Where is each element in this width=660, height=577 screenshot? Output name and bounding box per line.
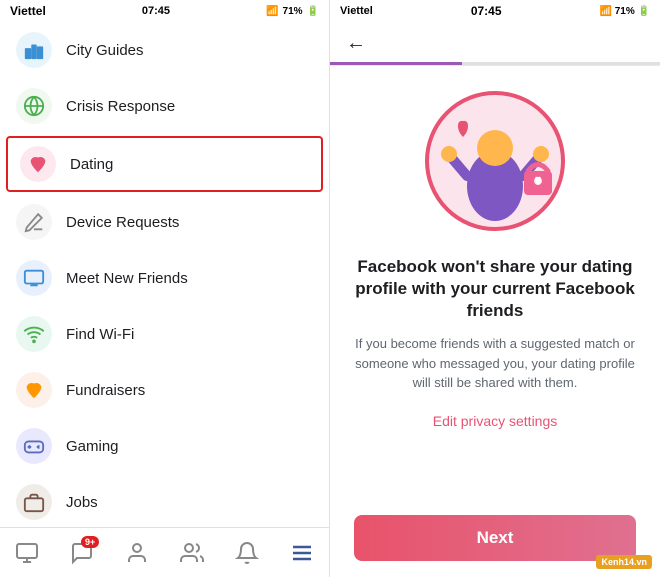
city-guides-label: City Guides bbox=[66, 42, 144, 59]
device-requests-icon bbox=[16, 204, 52, 240]
right-carrier: Viettel bbox=[340, 5, 373, 17]
sidebar-item-crisis-response[interactable]: Crisis Response bbox=[0, 78, 329, 134]
right-time: 07:45 bbox=[471, 4, 502, 18]
sidebar-item-fundraisers[interactable]: Fundraisers bbox=[0, 362, 329, 418]
privacy-heading: Facebook won't share your dating profile… bbox=[354, 256, 636, 322]
sidebar-item-dating[interactable]: Dating bbox=[6, 136, 323, 192]
messenger-badge: 9+ bbox=[81, 536, 99, 548]
dating-label: Dating bbox=[70, 156, 113, 173]
content-area: Facebook won't share your dating profile… bbox=[330, 66, 660, 577]
sidebar-item-find-wifi[interactable]: Find Wi-Fi bbox=[0, 306, 329, 362]
dating-icon bbox=[20, 146, 56, 182]
nav-messenger[interactable]: 9+ bbox=[61, 532, 103, 574]
sidebar-item-meet-new-friends[interactable]: Meet New Friends bbox=[0, 250, 329, 306]
nav-profile[interactable] bbox=[116, 532, 158, 574]
right-panel: Viettel 07:45 📶 71% 🔋 ← bbox=[330, 0, 660, 577]
bottom-nav: 9+ bbox=[0, 527, 329, 577]
find-wifi-icon bbox=[16, 316, 52, 352]
edit-privacy-link[interactable]: Edit privacy settings bbox=[433, 413, 558, 429]
left-panel: Viettel 07:45 📶 71% 🔋 City Guides Crisis… bbox=[0, 0, 330, 577]
meet-new-friends-label: Meet New Friends bbox=[66, 270, 188, 287]
nav-menu[interactable] bbox=[281, 532, 323, 574]
jobs-icon bbox=[16, 484, 52, 520]
crisis-response-icon bbox=[16, 88, 52, 124]
next-button[interactable]: Next bbox=[354, 515, 636, 561]
sidebar-item-gaming[interactable]: Gaming bbox=[0, 418, 329, 474]
sidebar-item-city-guides[interactable]: City Guides bbox=[0, 22, 329, 78]
progress-bar-fill bbox=[330, 62, 462, 65]
right-status-icons: 📶 71% 🔋 bbox=[600, 6, 650, 17]
fundraisers-icon bbox=[16, 372, 52, 408]
nav-groups[interactable] bbox=[171, 532, 213, 574]
jobs-label: Jobs bbox=[66, 494, 98, 511]
gaming-icon bbox=[16, 428, 52, 464]
device-requests-label: Device Requests bbox=[66, 214, 179, 231]
sidebar-item-device-requests[interactable]: Device Requests bbox=[0, 194, 329, 250]
gaming-label: Gaming bbox=[66, 438, 119, 455]
nav-home[interactable] bbox=[6, 532, 48, 574]
menu-list: City Guides Crisis Response Dating Devic… bbox=[0, 22, 329, 527]
watermark: Kenh14.vn bbox=[596, 555, 652, 569]
top-bar-right: ← bbox=[330, 22, 660, 66]
nav-bell[interactable] bbox=[226, 532, 268, 574]
sidebar-item-jobs[interactable]: Jobs bbox=[0, 474, 329, 527]
fundraisers-label: Fundraisers bbox=[66, 382, 145, 399]
status-bar-right: Viettel 07:45 📶 71% 🔋 bbox=[330, 0, 660, 22]
left-battery: 📶 71% 🔋 bbox=[266, 6, 319, 17]
dating-illustration bbox=[420, 86, 570, 236]
status-bar-left: Viettel 07:45 📶 71% 🔋 bbox=[0, 0, 329, 22]
find-wifi-label: Find Wi-Fi bbox=[66, 326, 134, 343]
progress-bar-wrap bbox=[330, 62, 660, 65]
back-button[interactable]: ← bbox=[346, 32, 366, 55]
left-carrier: Viettel bbox=[10, 4, 46, 18]
left-time: 07:45 bbox=[142, 5, 170, 17]
crisis-response-label: Crisis Response bbox=[66, 98, 175, 115]
meet-new-friends-icon bbox=[16, 260, 52, 296]
privacy-subtext: If you become friends with a suggested m… bbox=[354, 334, 636, 393]
city-guides-icon bbox=[16, 32, 52, 68]
